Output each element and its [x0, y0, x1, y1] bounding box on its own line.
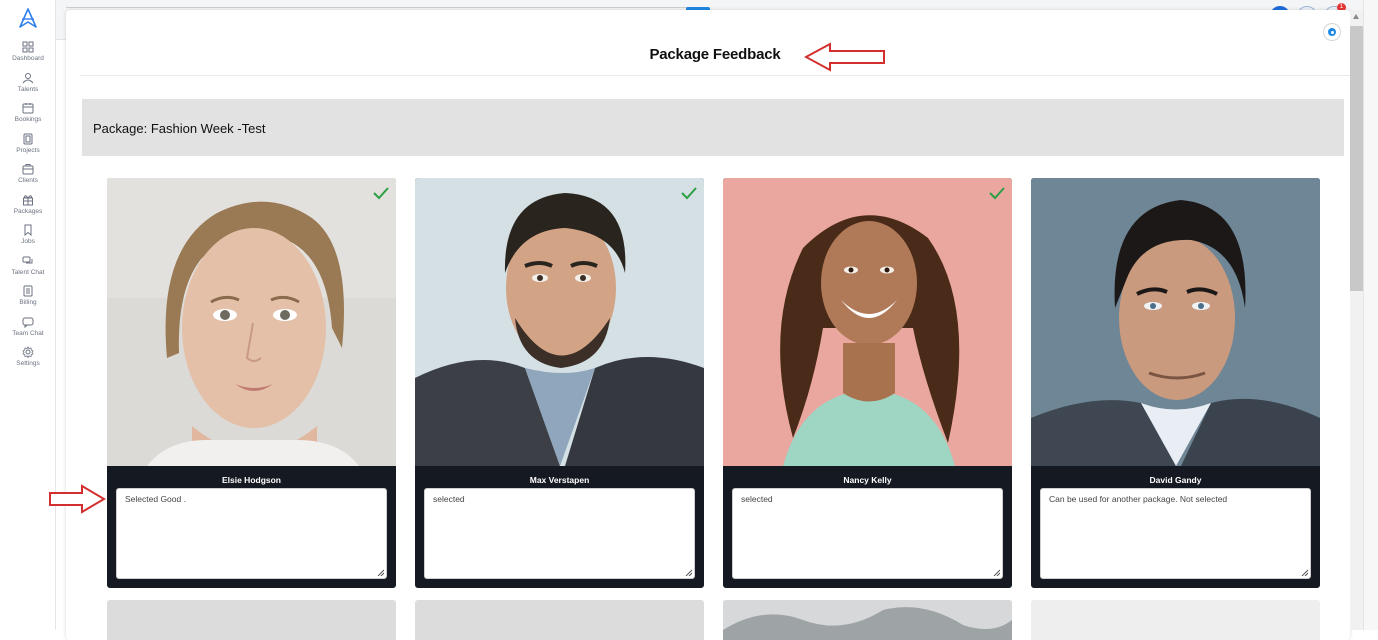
feedback-textarea[interactable]: Selected Good . — [116, 488, 387, 579]
talent-name: David Gandy — [1149, 475, 1202, 485]
sidebar-item-projects[interactable]: Projects — [0, 133, 56, 155]
sidebar-item-label: Clients — [18, 177, 38, 184]
sidebar-item-dashboard[interactable]: Dashboard — [0, 41, 56, 63]
sidebar-item-label: Team Chat — [12, 330, 44, 337]
talent-card: Nancy Kelly selected — [723, 178, 1012, 588]
grid-icon — [22, 41, 34, 53]
sidebar-item-talent-chat[interactable]: Talent Chat — [0, 255, 56, 277]
sidebar-item-label: Dashboard — [12, 55, 44, 62]
sidebar-item-label: Jobs — [21, 238, 35, 245]
annotation-arrow-left-icon — [804, 42, 885, 72]
talents-icon — [22, 73, 34, 84]
sidebar-item-clients[interactable]: Clients — [0, 163, 56, 185]
talent-card: Elsie Hodgson Selected Good . — [107, 178, 396, 588]
resize-handle-icon[interactable] — [685, 569, 692, 576]
scroll-up-arrow-icon[interactable] — [1353, 14, 1359, 19]
page-scrollbar[interactable] — [1363, 0, 1378, 630]
talent-photo[interactable] — [723, 178, 1012, 466]
feedback-textarea[interactable]: Can be used for another package. Not sel… — [1040, 488, 1311, 579]
sidebar-item-talents[interactable]: Talents — [0, 72, 56, 94]
billing-icon — [23, 285, 33, 297]
talent-card-next[interactable] — [415, 600, 704, 640]
app-logo[interactable] — [18, 8, 38, 28]
package-info-bar: Package: Fashion Week -Test — [82, 99, 1344, 156]
sidebar-item-bookings[interactable]: Bookings — [0, 102, 56, 124]
talent-photo — [723, 600, 1012, 640]
feedback-text: Can be used for another package. Not sel… — [1049, 494, 1228, 504]
package-feedback-modal: Package Feedback Package: Fashion Week -… — [66, 10, 1350, 640]
talent-card: Max Verstapen selected — [415, 178, 704, 588]
sidebar-item-label: Billing — [19, 299, 37, 306]
talent-card: David Gandy Can be used for another pack… — [1031, 178, 1320, 588]
bookmark-icon — [24, 224, 32, 236]
calendar-icon — [22, 103, 34, 114]
talent-name: Elsie Hodgson — [221, 475, 282, 485]
resize-handle-icon[interactable] — [1301, 569, 1308, 576]
annotation-arrow-right-icon — [49, 484, 106, 514]
chat-bubbles-icon — [22, 256, 33, 264]
briefcase-icon — [22, 164, 34, 175]
sidebar-item-label: Talents — [17, 86, 39, 93]
selected-check-icon — [373, 187, 389, 200]
projects-icon — [23, 133, 33, 145]
talent-photo[interactable] — [415, 178, 704, 466]
talent-name: Nancy Kelly — [843, 475, 892, 485]
sidebar-item-label: Projects — [16, 147, 40, 154]
team-chat-icon — [22, 317, 34, 328]
feedback-text: selected — [433, 494, 465, 504]
sidebar-item-packages[interactable]: Packages — [0, 194, 56, 216]
gear-icon — [22, 346, 34, 358]
close-icon — [1328, 28, 1336, 36]
feedback-text: selected — [741, 494, 773, 504]
talent-card-next[interactable] — [723, 600, 1012, 640]
feedback-textarea[interactable]: selected — [732, 488, 1003, 579]
sidebar-item-label: Settings — [16, 360, 40, 367]
sidebar-item-label: Bookings — [14, 116, 42, 123]
feedback-textarea[interactable]: selected — [424, 488, 695, 579]
feedback-text: Selected Good . — [125, 494, 186, 504]
resize-handle-icon[interactable] — [993, 569, 1000, 576]
package-label: Package: Fashion Week -Test — [93, 121, 266, 136]
modal-title: Package Feedback — [649, 46, 781, 63]
sidebar-item-settings[interactable]: Settings — [0, 346, 56, 368]
talent-card-next[interactable] — [107, 600, 396, 640]
selected-check-icon — [681, 187, 697, 200]
talent-name: Max Verstapen — [529, 475, 590, 485]
resize-handle-icon[interactable] — [377, 569, 384, 576]
sidebar-item-label: Talent Chat — [11, 269, 45, 276]
sidebar-item-team-chat[interactable]: Team Chat — [0, 316, 56, 338]
sidebar-item-billing[interactable]: Billing — [0, 285, 56, 307]
talent-photo[interactable] — [107, 178, 396, 466]
modal-header: Package Feedback — [80, 10, 1350, 76]
talent-card-next[interactable] — [1031, 600, 1320, 640]
sidebar-item-jobs[interactable]: Jobs — [0, 224, 56, 246]
sidebar-item-label: Packages — [13, 208, 43, 215]
app-sidebar: Dashboard Talents Bookings Projects Clie… — [0, 0, 56, 630]
selected-check-icon — [989, 187, 1005, 200]
close-button[interactable] — [1323, 23, 1341, 41]
gift-icon — [23, 195, 33, 206]
talent-photo[interactable] — [1031, 178, 1320, 466]
modal-scrollbar-thumb[interactable] — [1350, 26, 1363, 291]
